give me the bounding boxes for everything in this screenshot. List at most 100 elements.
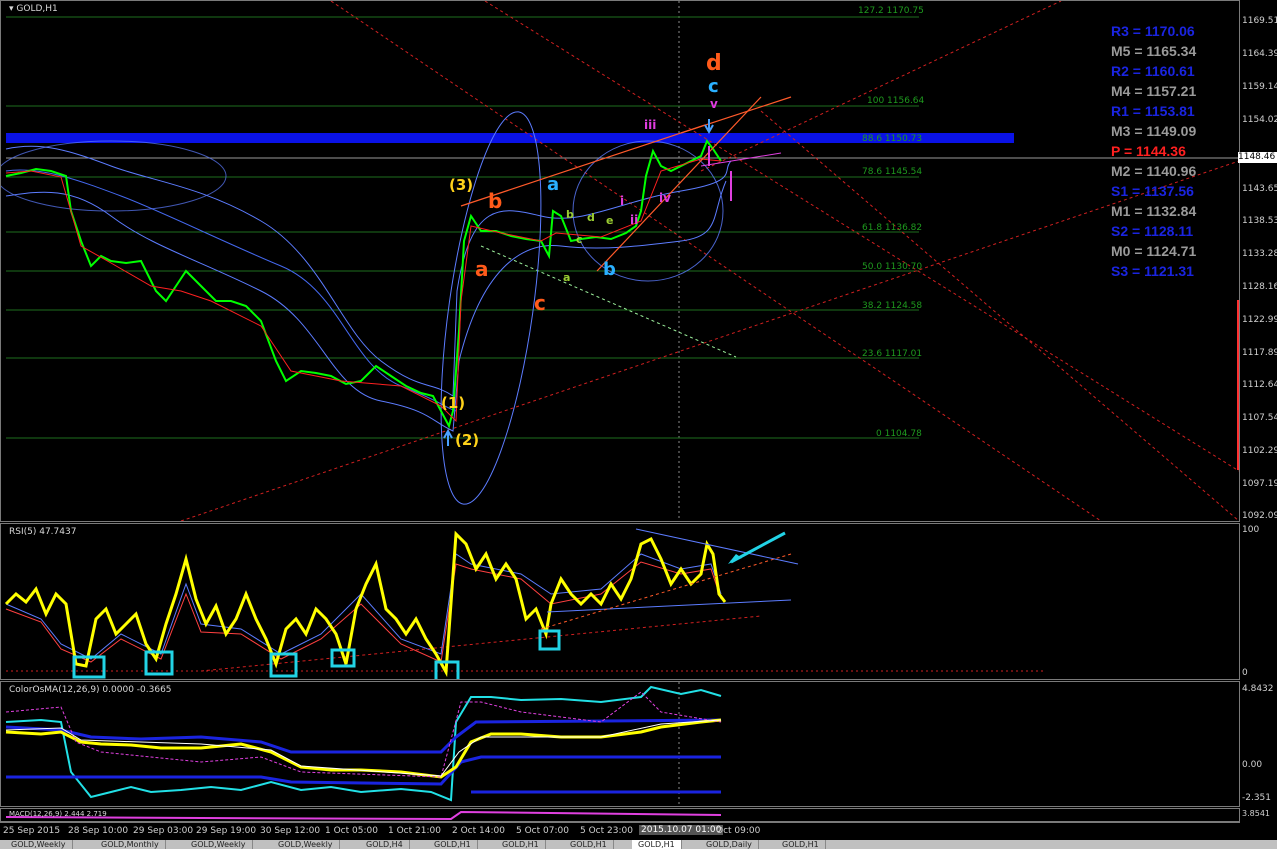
price-chart — [1, 1, 1239, 521]
rsi-tick-0: 0 — [1242, 668, 1248, 678]
price-tick: 1133.28 — [1242, 249, 1277, 259]
macd-pane[interactable]: MACD(12,26,9) 2.444 2.719 — [0, 808, 1240, 822]
pivot-m1: M1 = 1132.84 — [1111, 203, 1197, 219]
macd-tick: 3.8541 — [1242, 809, 1270, 818]
subwave-label: a — [563, 271, 571, 284]
tab-chart[interactable]: GOLD,H1 — [428, 840, 478, 849]
orange-line-upper-ext — [680, 96, 792, 134]
time-label: 1 Oct 21:00 — [388, 826, 441, 836]
rsi-tick-100: 100 — [1242, 525, 1260, 535]
osma-white-line — [5, 719, 722, 777]
pivot-m0: M0 = 1124.71 — [1111, 243, 1197, 259]
subwave-label: b — [566, 208, 574, 221]
osma-yellow-line — [5, 718, 722, 779]
wave-label-a-red: a — [475, 257, 489, 281]
time-label: 30 Sep 12:00 — [260, 826, 321, 836]
tab-chart[interactable]: GOLD,Daily — [700, 840, 759, 849]
time-label: Oct 09:00 — [716, 826, 761, 836]
osma-chart — [5, 682, 722, 806]
time-label: 29 Sep 03:00 — [133, 826, 194, 836]
macd-chart — [5, 810, 722, 821]
price-marker-bar — [1237, 300, 1239, 470]
wave-label-a-blue: a — [547, 174, 560, 195]
fib-label: 23.6 1117.01 — [862, 349, 923, 359]
time-label: 2 Oct 14:00 — [452, 826, 505, 836]
pivot-s1: S1 = 1137.56 — [1111, 183, 1194, 199]
pivot-m3: M3 = 1149.09 — [1111, 123, 1197, 139]
pivot-r2: R2 = 1160.61 — [1111, 63, 1195, 79]
tab-chart[interactable]: GOLD,Weekly — [5, 840, 73, 849]
tab-chart[interactable]: GOLD,H1 — [776, 840, 826, 849]
price-axis[interactable]: 1148.46 1169.51 1164.39 1159.14 1154.02 … — [1237, 0, 1277, 522]
price-tick: 1128.16 — [1242, 282, 1277, 292]
tab-chart-active[interactable]: GOLD,H1 — [632, 840, 682, 849]
bollinger-bands — [5, 145, 732, 432]
ellipse-left — [1, 140, 227, 212]
tab-chart[interactable]: GOLD,Weekly — [185, 840, 253, 849]
wave-label-3: (3) — [449, 176, 474, 194]
pivot-s2: S2 = 1128.11 — [1111, 223, 1194, 239]
time-label: 25 Sep 2015 — [3, 826, 61, 836]
rsi-box — [538, 629, 561, 651]
wave-label-iii: iii — [644, 118, 657, 132]
magenta-line — [700, 152, 782, 167]
rsi-line — [4, 530, 727, 678]
wave-label-b-blue: b — [603, 259, 616, 280]
arrow-head-icon — [728, 554, 742, 564]
pivot-r3: R3 = 1170.06 — [1111, 23, 1195, 39]
rsi-box — [144, 650, 174, 676]
subwave-label: c — [576, 233, 583, 246]
orange-line-cross — [596, 96, 762, 272]
wave-label-d-red: d — [706, 51, 722, 76]
tab-chart[interactable]: GOLD,H1 — [496, 840, 546, 849]
time-label: 28 Sep 10:00 — [68, 826, 129, 836]
price-tick: 1102.29 — [1242, 446, 1277, 456]
price-tick: 1117.89 — [1242, 348, 1277, 358]
tab-chart[interactable]: GOLD,H1 — [564, 840, 614, 849]
price-tick: 1159.14 — [1242, 82, 1277, 92]
price-tick: 1164.39 — [1242, 49, 1277, 59]
red-dashed-line-3 — [180, 160, 1239, 521]
time-axis[interactable]: 25 Sep 2015 28 Sep 10:00 29 Sep 03:00 29… — [0, 822, 1240, 839]
pivot-m2: M2 = 1140.96 — [1111, 163, 1197, 179]
current-price-tag: 1148.46 — [1238, 152, 1277, 163]
tab-chart[interactable]: GOLD,Monthly — [95, 840, 166, 849]
time-label: 5 Oct 07:00 — [516, 826, 569, 836]
rsi-ma-line — [5, 561, 722, 663]
wave-label-b-red: b — [488, 189, 503, 213]
osma-tick: -2.351 — [1242, 793, 1272, 803]
pivot-p: P = 1144.36 — [1111, 143, 1186, 159]
wave-label-2: (2) — [455, 431, 480, 449]
price-tick: 1122.99 — [1242, 315, 1277, 325]
rsi-box — [72, 655, 106, 679]
tab-chart[interactable]: GOLD,H4 — [360, 840, 410, 849]
tab-chart[interactable]: GOLD,Weekly — [272, 840, 340, 849]
fib-label: 0 1104.78 — [876, 429, 922, 439]
wave-label-1: (1) — [441, 394, 466, 412]
price-tick: 1112.64 — [1242, 380, 1277, 390]
subwave-label: e — [606, 214, 614, 227]
rsi-chart — [4, 528, 1046, 679]
fib-label: 127.2 1170.75 — [858, 6, 924, 16]
osma-label: ColorOsMA(12,26,9) 0.0000 -0.3665 — [9, 685, 172, 695]
price-tick: 1169.51 — [1242, 16, 1277, 26]
macd-histogram — [5, 810, 722, 821]
rsi-red-trend — [200, 615, 762, 672]
rsi-pane[interactable]: RSI(5) 47.7437 — [0, 523, 1240, 680]
chart-tabs: GOLD,Weekly GOLD,Monthly GOLD,Weekly GOL… — [0, 840, 1277, 849]
time-label: 5 Oct 23:00 — [580, 826, 633, 836]
pivot-r1: R1 = 1153.81 — [1111, 103, 1195, 119]
macd-label: MACD(12,26,9) 2.444 2.719 — [9, 810, 107, 818]
osma-axis: 4.8432 0.00 -2.351 — [1240, 681, 1277, 807]
down-arrow-icon — [704, 119, 714, 135]
ma-red — [5, 158, 722, 423]
fib-label: 61.8 1136.82 — [862, 223, 923, 233]
fib-label: 38.2 1124.58 — [862, 301, 923, 311]
price-tick: 1138.53 — [1242, 216, 1277, 226]
pivot-m4: M4 = 1157.21 — [1111, 83, 1197, 99]
main-chart-pane[interactable]: ▾ GOLD,H1 127.2 1170.75 100 1156.64 88.6… — [0, 0, 1240, 522]
rsi-label: RSI(5) 47.7437 — [9, 527, 77, 537]
macd-axis: 3.8541 — [1240, 808, 1277, 822]
red-dashed-line-4 — [700, 1, 1062, 172]
osma-pane[interactable]: ColorOsMA(12,26,9) 0.0000 -0.3665 — [0, 681, 1240, 807]
